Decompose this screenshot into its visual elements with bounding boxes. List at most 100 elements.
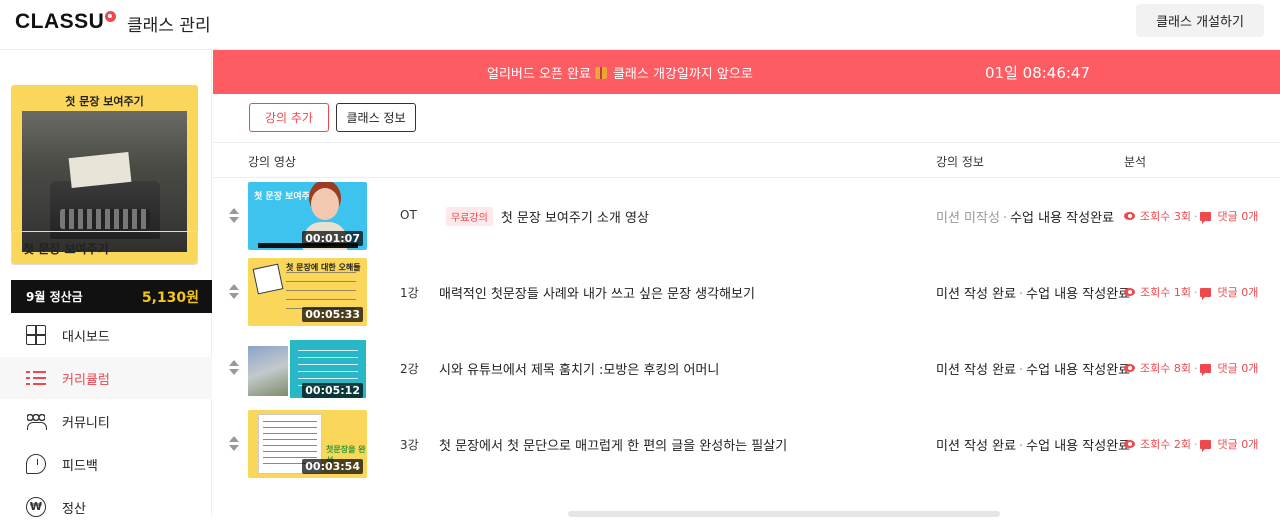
lecture-stats: 조회수 1회 · 댓글 0개 [1124,284,1258,300]
lecture-info: 미션 작성 완료 · 수업 내용 작성완료 [936,287,1131,302]
road-photo [248,346,288,396]
eye-icon [1124,364,1135,372]
sidebar-item-label: 커뮤니티 [62,415,110,431]
lecture-title[interactable]: 첫 문장에서 첫 문단으로 매끄럽게 한 편의 글을 완성하는 필살기 [439,435,787,454]
comment-count: 댓글 0개 [1217,286,1259,299]
drag-handle-icon[interactable] [228,284,240,300]
sidebar-item-curriculum[interactable]: 커리큘럼 [0,357,212,399]
eye-icon [1124,288,1135,296]
comment-icon [1200,440,1212,452]
lecture-row[interactable]: 첫 문장 보여주기 00:01:07 OT 무료강의 첫 문장 보여주기 소개 영… [213,178,1280,254]
drag-handle-icon[interactable] [228,436,240,452]
avatar [311,188,339,220]
eye-icon [1124,440,1135,448]
lecture-thumbnail[interactable]: 첫 문장에 대한 오해들 00:05:33 [248,258,367,326]
table-header: 강의 영상 강의 정보 분석 [213,142,1280,178]
lecture-row[interactable]: 첫 문장에 대한 오해들 00:05:33 1강 매력적인 첫문장들 사례와 내… [213,254,1280,330]
thumbnail-title: 첫 문장 보여주기 [254,192,319,202]
class-select-value: 첫 문장 보여주기 [23,241,109,256]
sidebar-item-label: 정산 [62,501,86,517]
mission-status: 미션 작성 완료 [936,363,1017,378]
lecture-info: 미션 미작성 · 수업 내용 작성완료 [936,211,1115,226]
sidebar-item-community[interactable]: 커뮤니티 [0,400,212,442]
class-select-dropdown[interactable]: 첫 문장 보여주기 [11,231,198,265]
feedback-icon [26,454,46,474]
card-icon [252,263,284,295]
comment-icon [1200,288,1212,300]
lecture-title[interactable]: 무료강의 첫 문장 보여주기 소개 영상 [446,207,649,226]
community-icon [26,411,47,431]
comment-count: 댓글 0개 [1217,438,1259,451]
open-class-button[interactable]: 클래스 개설하기 [1136,4,1264,37]
lecture-info: 미션 작성 완료 · 수업 내용 작성완료 [936,439,1131,454]
sidebar: 첫 문장 보여주기 첫 문장 보여주기 9월 정산금 5,130원 대시보드 커… [0,50,212,517]
lecture-thumbnail[interactable]: 첫 문장 보여주기 00:01:07 [248,182,367,250]
lecture-row[interactable]: 첫문장을 완성 00:03:54 3강 첫 문장에서 첫 문단으로 매끄럽게 한… [213,406,1280,482]
video-duration: 00:05:12 [302,383,363,398]
header-info: 강의 정보 [936,155,984,169]
header-video: 강의 영상 [248,155,296,169]
class-thumbnail-title: 첫 문장 보여주기 [65,95,144,108]
lecture-title[interactable]: 매력적인 첫문장들 사례와 내가 쓰고 싶은 문장 생각해보기 [439,283,755,302]
lecture-thumbnail[interactable]: 첫문장을 완성 00:03:54 [248,410,367,478]
sidebar-item-label: 대시보드 [62,329,110,345]
countdown-timer: 01일 08:46:47 [985,64,1091,82]
eye-icon [1124,212,1135,220]
curriculum-list-icon [26,368,46,388]
lecture-stats: 조회수 2회 · 댓글 0개 [1124,436,1258,452]
view-count: 조회수 1회 [1140,286,1191,299]
main-content: 얼리버드 오픈 완료 클래스 개강일까지 앞으로 01일 08:46:47 강의 … [213,50,1280,517]
sidebar-item-dashboard[interactable]: 대시보드 [0,314,212,356]
chevron-down-icon [171,239,183,251]
class-info-button[interactable]: 클래스 정보 [336,103,416,132]
episode-label: 1강 [400,286,419,300]
mission-status: 미션 작성 완료 [936,439,1017,454]
lecture-title-text: 첫 문장 보여주기 소개 영상 [500,211,649,226]
thumbnail-title: 첫 문장에 대한 오해들 [286,263,361,272]
mission-status: 미션 미작성 [936,211,1000,226]
video-duration: 00:01:07 [302,231,363,246]
lecture-thumbnail[interactable]: 00:05:12 [248,334,367,402]
content-status: 수업 내용 작성완료 [1026,363,1131,378]
content-status: 수업 내용 작성완료 [1026,287,1131,302]
classu-logo[interactable]: CLASSU [15,10,117,34]
logo-text: CLASSU [15,10,105,33]
lecture-stats: 조회수 3회 · 댓글 0개 [1124,208,1258,224]
horizontal-scrollbar[interactable] [568,511,1000,517]
banner-text: 얼리버드 오픈 완료 클래스 개강일까지 앞으로 [487,63,753,82]
sidebar-item-feedback[interactable]: 피드백 [0,443,212,485]
header-analysis: 분석 [1124,155,1147,169]
view-count: 조회수 2회 [1140,438,1191,451]
episode-label: OT [400,208,417,222]
lecture-title[interactable]: 시와 유튜브에서 제목 훔치기 :모방은 후킹의 어머니 [439,359,719,378]
banner-text-after: 클래스 개강일까지 앞으로 [612,67,753,82]
view-count: 조회수 8회 [1140,362,1191,375]
thumbnail-text-lines [286,272,356,312]
add-lecture-button[interactable]: 강의 추가 [249,103,329,132]
banner-text-before: 얼리버드 오픈 완료 [487,67,591,82]
drag-handle-icon[interactable] [228,360,240,376]
lecture-row[interactable]: 00:05:12 2강 시와 유튜브에서 제목 훔치기 :모방은 후킹의 어머니… [213,330,1280,406]
episode-label: 3강 [400,438,419,452]
early-bird-banner: 얼리버드 오픈 완료 클래스 개강일까지 앞으로 01일 08:46:47 [213,50,1280,94]
top-bar: CLASSU 클래스 관리 클래스 개설하기 [0,0,1280,50]
logo-dot-icon [105,11,117,22]
video-duration: 00:03:54 [302,459,363,474]
won-icon: ₩ [26,497,46,517]
drag-handle-icon[interactable] [228,208,240,224]
sidebar-item-label: 피드백 [62,458,98,474]
settlement-amount: 5,130원 [141,289,199,306]
lecture-stats: 조회수 8회 · 댓글 0개 [1124,360,1258,376]
view-count: 조회수 3회 [1140,210,1191,223]
page-title: 클래스 관리 [127,16,211,36]
settlement-label: 9월 정산금 [26,290,83,304]
comment-count: 댓글 0개 [1217,210,1259,223]
settlement-bar: 9월 정산금 5,130원 [11,280,212,313]
dashboard-icon [26,325,46,345]
episode-label: 2강 [400,362,419,376]
sidebar-item-settlement[interactable]: ₩ 정산 [0,486,212,528]
comment-count: 댓글 0개 [1217,362,1259,375]
content-status: 수업 내용 작성완료 [1010,211,1115,226]
free-lecture-badge: 무료강의 [446,207,493,226]
content-status: 수업 내용 작성완료 [1026,439,1131,454]
